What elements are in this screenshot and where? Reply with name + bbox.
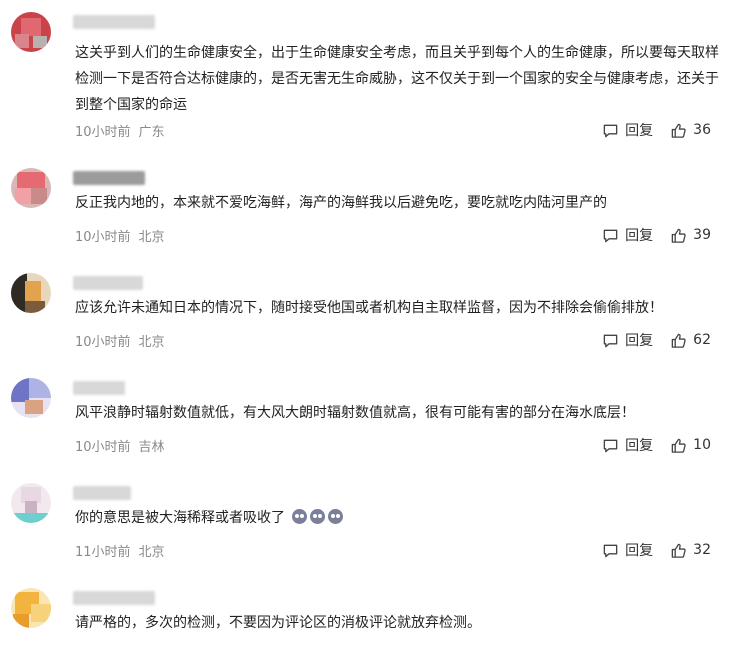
avatar-pixel	[25, 301, 45, 313]
reply-icon	[603, 124, 618, 137]
avatar[interactable]	[11, 588, 51, 628]
avatar-pixel	[13, 614, 29, 628]
avatar-pixel	[25, 281, 41, 301]
comment-text-content: 你的意思是被大海稀释或者吸收了	[75, 510, 285, 526]
comment-text: 请严格的，多次的检测，不要因为评论区的消极评论就放弃检测。	[75, 615, 481, 631]
reply-button[interactable]: 回复	[602, 225, 653, 245]
emoji-icon	[292, 509, 308, 524]
like-count: 62	[693, 332, 711, 348]
reply-button[interactable]: 回复	[602, 435, 653, 455]
avatar-pixel	[33, 36, 47, 48]
comment-actions: 回复 36	[602, 120, 711, 140]
avatar-pixel	[31, 188, 47, 204]
username-blurred[interactable]	[73, 15, 155, 29]
comment-text: 你的意思是被大海稀释或者吸收了	[75, 505, 725, 531]
emoji-icon	[310, 509, 326, 524]
reply-label: 回复	[625, 333, 654, 349]
reply-icon	[603, 229, 618, 242]
comment-meta: 10小时前 北京	[75, 331, 165, 350]
comment-location: 北京	[138, 230, 165, 245]
reply-button[interactable]: 回复	[602, 330, 653, 350]
thumbs-up-icon	[671, 123, 686, 138]
avatar-pixel	[31, 604, 51, 622]
comment-actions: 回复 10	[602, 435, 711, 455]
username-blurred[interactable]	[73, 171, 145, 185]
avatar[interactable]	[11, 483, 51, 523]
avatar[interactable]	[11, 273, 51, 313]
reply-icon	[603, 439, 618, 452]
reply-button[interactable]: 回复	[602, 120, 653, 140]
comment-location: 北京	[138, 335, 165, 350]
comment-actions: 回复 32	[602, 540, 711, 560]
username-blurred[interactable]	[73, 591, 155, 605]
reply-label: 回复	[625, 228, 654, 244]
comment-meta: 10小时前 广东	[75, 121, 165, 140]
like-count: 10	[693, 437, 711, 453]
username-blurred[interactable]	[73, 381, 125, 395]
comment-list: 这关乎到人们的生命健康安全，出于生命健康安全考虑，而且关乎到每个人的生命健康，所…	[0, 0, 749, 645]
thumbs-up-icon	[671, 333, 686, 348]
comment-text: 这关乎到人们的生命健康安全，出于生命健康安全考虑，而且关乎到每个人的生命健康，所…	[75, 45, 719, 113]
comment-actions: 回复 39	[602, 225, 711, 245]
avatar[interactable]	[11, 378, 51, 418]
comment-time: 10小时前	[75, 335, 131, 350]
comment-meta: 10小时前 吉林	[75, 436, 165, 455]
like-count: 32	[693, 542, 711, 558]
like-button[interactable]: 10	[670, 437, 711, 454]
comment-time: 11小时前	[75, 545, 131, 560]
like-button[interactable]: 62	[670, 332, 711, 349]
avatar-pixel	[25, 400, 43, 414]
avatar-pixel	[29, 378, 51, 398]
emoji-icon	[328, 509, 344, 524]
reply-label: 回复	[625, 123, 654, 139]
thumbs-up-icon	[671, 543, 686, 558]
avatar[interactable]	[11, 12, 51, 52]
like-count: 36	[693, 122, 711, 138]
comment-meta: 10小时前 北京	[75, 226, 165, 245]
reply-icon	[603, 544, 618, 557]
comment-time: 10小时前	[75, 230, 131, 245]
comment-location: 广东	[138, 125, 165, 140]
avatar-pixel	[17, 172, 45, 188]
avatar[interactable]	[11, 168, 51, 208]
like-button[interactable]: 39	[670, 227, 711, 244]
thumbs-up-icon	[671, 438, 686, 453]
comment-text: 应该允许未通知日本的情况下，随时接受他国或者机构自主取样监督，因为不排除会偷偷排…	[75, 300, 663, 316]
reply-button[interactable]: 回复	[602, 540, 653, 560]
comment-location: 北京	[138, 545, 165, 560]
comment-actions: 回复 62	[602, 330, 711, 350]
reply-icon	[603, 334, 618, 347]
like-button[interactable]: 32	[670, 542, 711, 559]
comment-time: 10小时前	[75, 440, 131, 455]
avatar-pixel	[15, 188, 31, 204]
username-blurred[interactable]	[73, 276, 143, 290]
avatar-pixel	[11, 378, 29, 402]
reply-label: 回复	[625, 438, 654, 454]
comment-text: 反正我内地的，本来就不爱吃海鲜，海产的海鲜我以后避免吃，要吃就吃内陆河里产的	[75, 195, 607, 211]
comment-text: 风平浪静时辐射数值就低，有大风大朗时辐射数值就高，很有可能有害的部分在海水底层！	[75, 405, 635, 421]
username-blurred[interactable]	[73, 486, 131, 500]
avatar-pixel	[11, 513, 51, 523]
comment-location: 吉林	[138, 440, 165, 455]
avatar-pixel	[15, 34, 29, 48]
comment-time: 10小时前	[75, 125, 131, 140]
comment-meta: 11小时前 北京	[75, 541, 165, 560]
reply-label: 回复	[625, 543, 654, 559]
like-count: 39	[693, 227, 711, 243]
thumbs-up-icon	[671, 228, 686, 243]
like-button[interactable]: 36	[670, 122, 711, 139]
